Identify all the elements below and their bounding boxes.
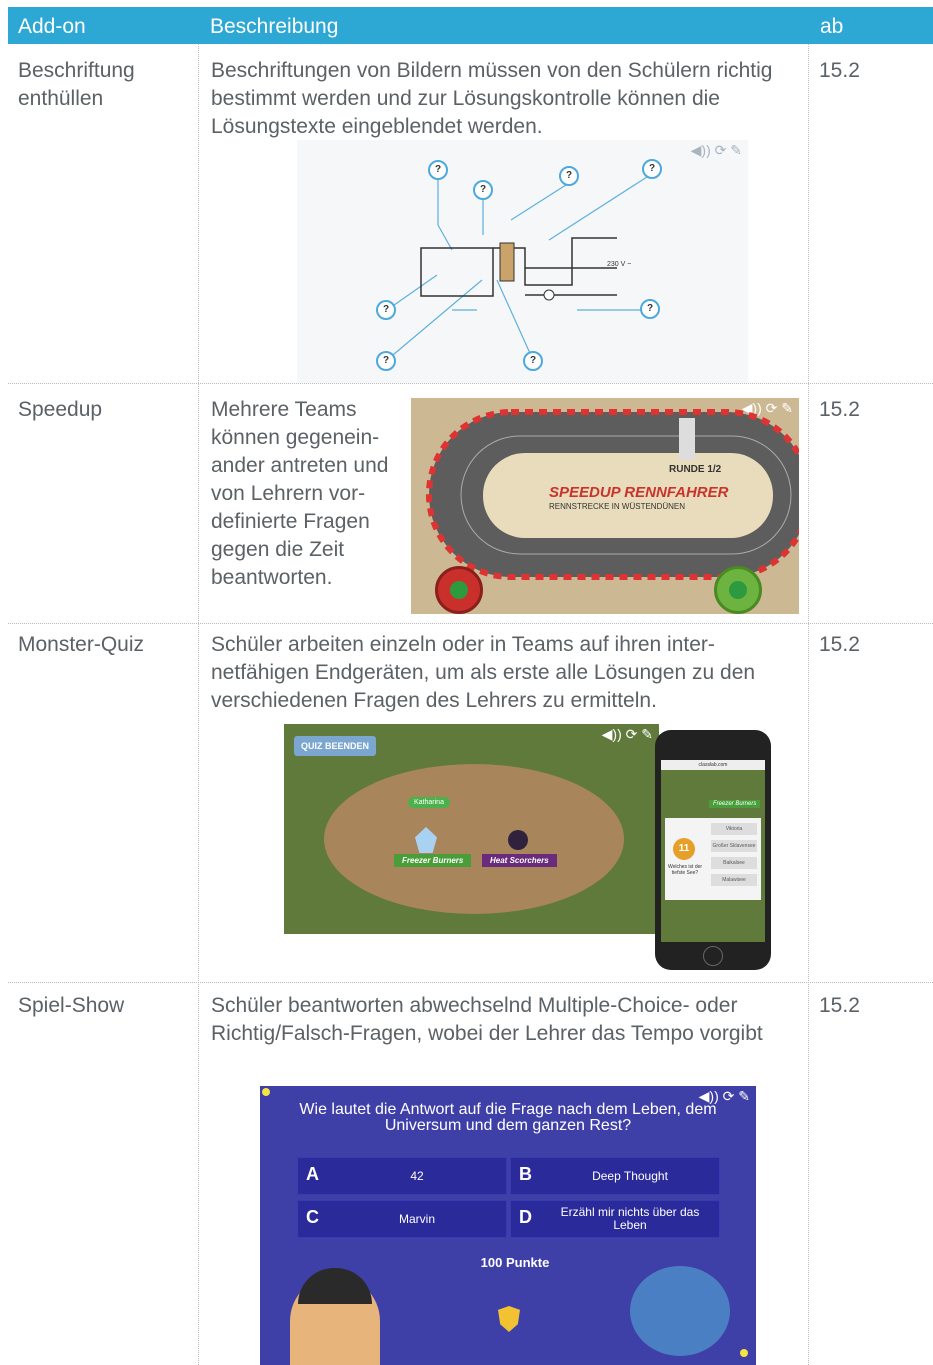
phone-home-button <box>703 946 723 966</box>
speedup-subtitle: RENNSTRECKE IN WÜSTENDÜNEN <box>549 502 686 511</box>
host-hair <box>298 1268 372 1304</box>
circuit-diagram: 230 V ~ <box>386 174 651 361</box>
row-description: Beschriftungen von Bildern müssen von de… <box>211 59 773 138</box>
voltage-label: 230 V ~ <box>607 261 631 268</box>
phone-url-bar[interactable]: classlab.com <box>661 760 765 770</box>
answer-text: Deep Thought <box>592 1168 668 1183</box>
quiz-end-button[interactable]: QUIZ BEENDEN <box>294 736 377 756</box>
row-version: 15.2 <box>819 633 860 656</box>
phone-answer[interactable]: Viktoria <box>711 823 757 835</box>
row-description: Schüler arbeiten einzeln oder in Teams a… <box>211 633 756 712</box>
phone-answer[interactable]: Malawisee <box>711 874 757 886</box>
go-icon <box>450 581 468 599</box>
phone-question-card: 11 Welches ist der tiefste See? Viktoria… <box>665 818 761 900</box>
label-marker[interactable]: ? <box>559 166 579 186</box>
dragon-character <box>630 1266 730 1356</box>
phone-screen: classlab.com Freezer Burners 11 Welches … <box>661 760 765 942</box>
arena <box>324 764 624 914</box>
header-addon: Add-on <box>18 15 86 38</box>
host-character <box>290 1268 380 1365</box>
column-divider <box>808 44 809 1365</box>
answer-option-d[interactable]: D Erzähl mir nichts über das Leben <box>510 1200 720 1238</box>
row-description: Mehrere Teams können gegenein­ander antr… <box>211 398 389 589</box>
row-addon-name: Speedup <box>18 398 103 421</box>
answer-text: Erzähl mir nichts über das Leben <box>560 1205 700 1232</box>
phone-question: Welches ist der tiefste See? <box>667 864 703 876</box>
toolbar-icons[interactable]: ◀)) ⟳ ✎ <box>602 726 653 743</box>
monster-quiz-image: ◀)) ⟳ ✎ QUIZ BEENDEN Katharina Freezer B… <box>284 724 659 934</box>
row-addon-name: Spiel-Show <box>18 994 125 1017</box>
label-marker[interactable]: ? <box>640 299 660 319</box>
row-version: 15.2 <box>819 994 860 1017</box>
round-label: RUNDE 1/2 <box>669 464 722 475</box>
phone-mockup: classlab.com Freezer Burners 11 Welches … <box>655 730 771 970</box>
label-marker[interactable]: ? <box>376 351 396 371</box>
row-divider <box>8 623 933 624</box>
speedup-logo: SPEEDUP RENNFAHRER <box>549 484 729 501</box>
corner-light <box>262 1088 270 1096</box>
answer-option-c[interactable]: C Marvin <box>297 1200 507 1238</box>
team-label: Freezer Burners <box>394 854 472 867</box>
corner-light <box>740 1349 748 1357</box>
speedup-game-image: ◀)) ⟳ ✎ RUNDE 1/2 SPEEDUP RENNFAHRER REN… <box>411 398 799 614</box>
row-addon-name: Beschriftung enthüllen <box>18 59 135 110</box>
row-description: Schüler beantworten abwechselnd Multiple… <box>211 994 763 1045</box>
row-version: 15.2 <box>819 59 860 82</box>
column-divider <box>198 44 199 1365</box>
row-divider <box>8 982 933 983</box>
phone-answer[interactable]: Großer Sklavensee <box>711 840 757 852</box>
bomb-monster <box>508 830 528 850</box>
answer-option-b[interactable]: B Deep Thought <box>510 1157 720 1195</box>
table-header: Add-on Beschreibung ab <box>8 7 933 44</box>
label-reveal-image: ◀)) ⟳ ✎ 230 V ~ ? ? ? ? ? ? ? ? <box>297 140 748 383</box>
label-marker[interactable]: ? <box>376 300 396 320</box>
team-label: Heat Scorchers <box>482 854 557 867</box>
answer-letter: B <box>519 1164 532 1184</box>
phone-timer: 11 <box>673 838 695 860</box>
phone-team-label: Freezer Burners <box>709 800 761 808</box>
label-marker[interactable]: ? <box>523 351 543 371</box>
answer-text: 42 <box>410 1168 424 1183</box>
shield-badge-icon <box>498 1306 520 1332</box>
label-marker[interactable]: ? <box>473 180 493 200</box>
row-divider <box>8 383 933 384</box>
game-show-image: ◀)) ⟳ ✎ Wie lautet die Antwort auf die F… <box>260 1086 756 1365</box>
go-icon <box>729 581 747 599</box>
answer-letter: D <box>519 1207 532 1227</box>
header-from-version: ab <box>820 15 844 38</box>
phone-answer[interactable]: Baikalsee <box>711 857 757 869</box>
answer-letter: A <box>306 1164 319 1184</box>
label-marker[interactable]: ? <box>428 160 448 180</box>
points-label: 100 Punkte <box>480 1255 550 1270</box>
header-description: Beschreibung <box>210 15 339 38</box>
question-text: Wie lautet die Antwort auf die Frage nac… <box>299 1101 717 1134</box>
team-green-button[interactable] <box>714 566 762 614</box>
row-version: 15.2 <box>819 398 860 421</box>
answer-text: Marvin <box>398 1211 435 1226</box>
row-addon-name: Monster-Quiz <box>18 633 145 656</box>
answer-letter: C <box>306 1207 319 1227</box>
answer-option-a[interactable]: A 42 <box>297 1157 507 1195</box>
team-red-button[interactable] <box>435 566 483 614</box>
label-marker[interactable]: ? <box>642 159 662 179</box>
player-tag: Katharina <box>408 797 450 808</box>
